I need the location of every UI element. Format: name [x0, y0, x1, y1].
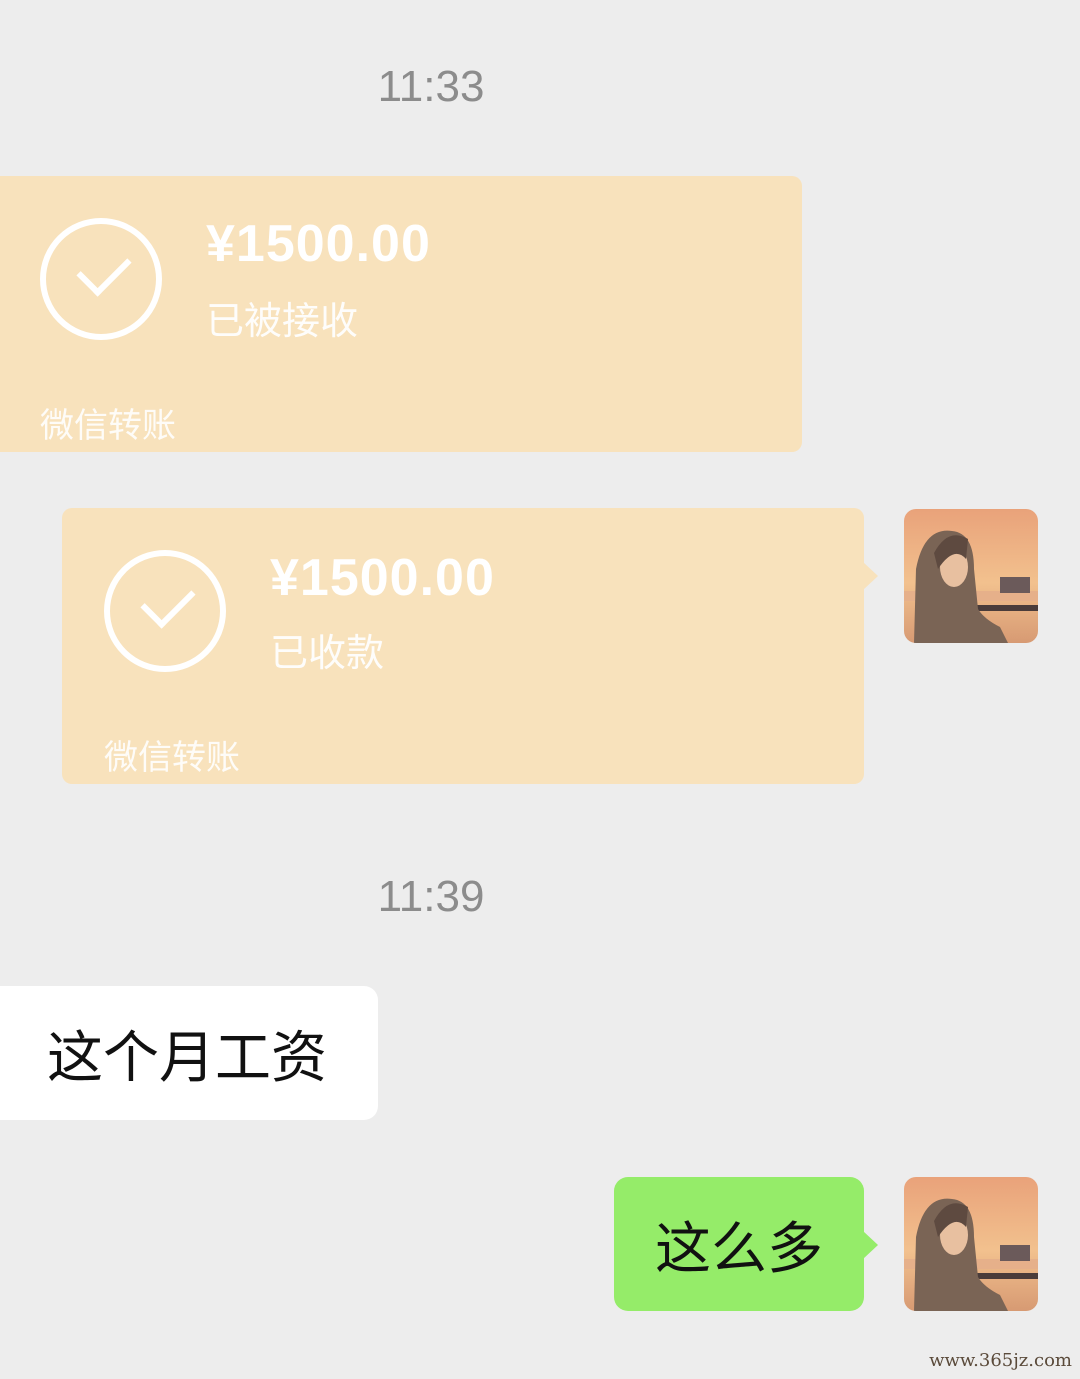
transfer-amount: ¥1500.00: [270, 549, 495, 607]
avatar-photo-icon: [904, 509, 1038, 643]
message-bubble-outgoing[interactable]: 这么多: [614, 1177, 878, 1311]
message-text: 这么多: [655, 1216, 823, 1282]
transfer-label: 微信转账: [40, 406, 176, 446]
transfer-status: 已收款: [270, 631, 385, 675]
transfer-amount: ¥1500.00: [206, 215, 431, 273]
transfer-status: 已被接收: [206, 299, 359, 343]
message-bubble-incoming[interactable]: 这个月工资: [0, 986, 378, 1120]
check-circle-icon: [104, 550, 226, 672]
user-avatar[interactable]: [904, 1177, 1038, 1311]
transfer-card-outgoing[interactable]: ¥1500.00 已收款 微信转账: [62, 508, 878, 784]
transfer-label: 微信转账: [104, 738, 240, 778]
avatar-photo-icon: [904, 1177, 1038, 1311]
user-avatar[interactable]: [904, 509, 1038, 643]
timestamp: 11:33: [377, 62, 485, 111]
transfer-card-incoming[interactable]: ¥1500.00 已被接收 微信转账: [0, 176, 802, 452]
check-circle-icon: [40, 218, 162, 340]
message-text: 这个月工资: [47, 1025, 327, 1091]
watermark: www.365jz.com: [929, 1350, 1072, 1371]
timestamp: 11:39: [377, 872, 485, 921]
